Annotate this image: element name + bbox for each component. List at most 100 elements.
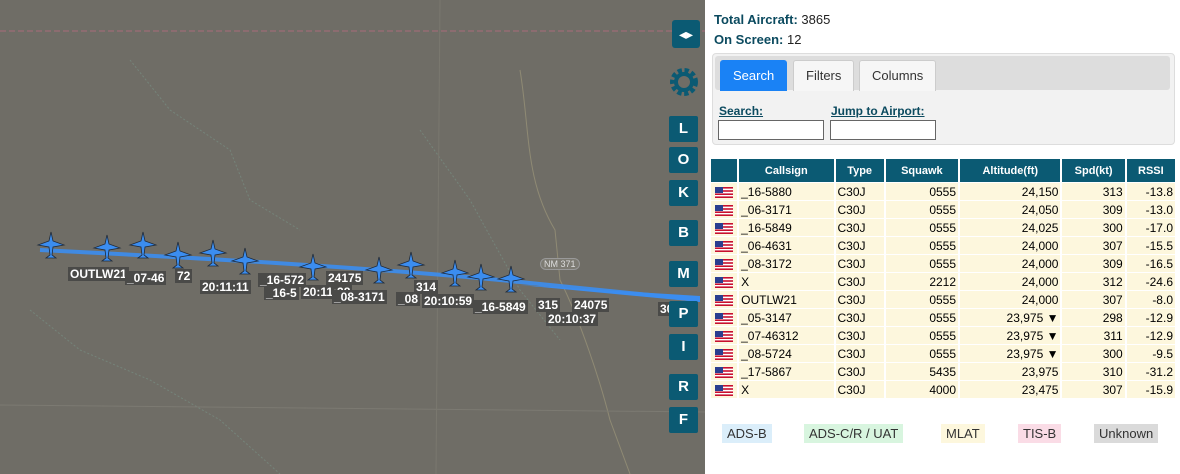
sidebar-toggle-button[interactable]: ◂▸: [672, 20, 700, 48]
speed-cell: 311: [1062, 327, 1125, 344]
type-cell: C30J: [835, 363, 884, 380]
airport-input[interactable]: [830, 120, 936, 140]
aircraft-icon[interactable]: [466, 262, 496, 292]
altitude-cell: 23,475: [960, 381, 1061, 398]
gear-icon[interactable]: [667, 65, 701, 99]
layer-button-p[interactable]: P: [669, 301, 698, 327]
callsign-cell: _16-5849: [739, 219, 834, 236]
table-row[interactable]: OUTLW21 C30J 0555 24,000 307 -8.0: [711, 291, 1175, 308]
aircraft-icon[interactable]: [364, 255, 394, 285]
rssi-cell: -15.5: [1126, 237, 1175, 254]
legend-ads-b: ADS-B: [722, 424, 772, 443]
column-header-altitude[interactable]: Altitude(ft): [960, 159, 1061, 182]
table-row[interactable]: X C30J 2212 24,000 312 -24.6: [711, 273, 1175, 290]
country-flag-icon: [711, 201, 738, 218]
aircraft-icon[interactable]: [198, 238, 228, 268]
altitude-cell: 24,000: [960, 255, 1061, 272]
table-row[interactable]: _16-5849 C30J 0555 24,025 300 -17.0: [711, 219, 1175, 236]
layer-button-l[interactable]: L: [669, 116, 698, 142]
legend-unknown: Unknown: [1094, 424, 1159, 443]
squawk-cell: 2212: [885, 273, 959, 290]
column-header-speed[interactable]: Spd(kt): [1062, 159, 1125, 182]
column-header-flag[interactable]: [711, 159, 738, 182]
altitude-cell: 24,000: [960, 237, 1061, 254]
tab-search[interactable]: Search: [720, 60, 788, 91]
aircraft-icon[interactable]: [36, 230, 66, 260]
aircraft-label[interactable]: _07-46: [125, 271, 167, 285]
column-header-callsign[interactable]: Callsign: [739, 159, 834, 182]
aircraft-label[interactable]: 314: [414, 280, 439, 294]
country-flag-icon: [711, 327, 738, 344]
tab-filters[interactable]: Filters: [793, 60, 855, 91]
table-row[interactable]: _08-3172 C30J 0555 24,000 309 -16.5: [711, 255, 1175, 272]
on-screen-count: On Screen: 12: [714, 32, 801, 47]
type-cell: C30J: [835, 309, 884, 326]
layer-button-r[interactable]: R: [669, 374, 698, 400]
total-aircraft-value: 3865: [801, 12, 831, 27]
type-cell: C30J: [835, 381, 884, 398]
aircraft-icon[interactable]: [163, 240, 193, 270]
country-flag-icon: [711, 237, 738, 254]
aircraft-label[interactable]: _16-5: [264, 286, 299, 300]
type-cell: C30J: [835, 327, 884, 344]
squawk-cell: 0555: [885, 237, 959, 254]
table-row[interactable]: _08-5724 C30J 0555 23,975 ▼ 300 -9.5: [711, 345, 1175, 362]
table-row[interactable]: _06-4631 C30J 0555 24,000 307 -15.5: [711, 237, 1175, 254]
speed-cell: 309: [1062, 255, 1125, 272]
layer-button-k[interactable]: K: [669, 180, 698, 206]
rssi-cell: -17.0: [1126, 219, 1175, 236]
table-row[interactable]: _07-46312 C30J 0555 23,975 ▼ 311 -12.9: [711, 327, 1175, 344]
aircraft-label[interactable]: 20:10:37: [546, 312, 599, 326]
layer-button-o[interactable]: O: [669, 147, 698, 173]
on-screen-value: 12: [786, 32, 802, 47]
aircraft-label[interactable]: 20:10:59: [422, 294, 475, 308]
aircraft-label[interactable]: _08: [396, 292, 421, 306]
tab-columns[interactable]: Columns: [859, 60, 937, 91]
squawk-cell: 0555: [885, 201, 959, 218]
road-sign: NM 371: [540, 258, 580, 270]
aircraft-label[interactable]: OUTLW21: [68, 267, 129, 281]
table-row[interactable]: _06-3171 C30J 0555 24,050 309 -13.0: [711, 201, 1175, 218]
aircraft-icon[interactable]: [128, 230, 158, 260]
callsign-cell: _17-5867: [739, 363, 834, 380]
aircraft-icon[interactable]: [230, 246, 260, 276]
aircraft-label[interactable]: 315: [536, 298, 561, 312]
callsign-cell: X: [739, 381, 834, 398]
speed-cell: 300: [1062, 345, 1125, 362]
legend-tis-b: TIS-B: [1018, 424, 1062, 443]
callsign-cell: _07-46312: [739, 327, 834, 344]
aircraft-label[interactable]: 72: [175, 269, 193, 283]
search-input[interactable]: [718, 120, 824, 140]
aircraft-table-body: _16-5880 C30J 0555 24,150 313 -13.8 _06-3171 C3…: [711, 183, 1175, 398]
aircraft-label[interactable]: _08-3171: [332, 290, 387, 304]
aircraft-label[interactable]: 24175: [326, 271, 364, 285]
map-view[interactable]: OUTLW21 _07-46 72 20:11:11 _16-572 _16-5…: [0, 0, 705, 474]
layer-button-b[interactable]: B: [669, 220, 698, 246]
aircraft-label[interactable]: 24075: [572, 298, 610, 312]
table-row[interactable]: _16-5880 C30J 0555 24,150 313 -13.8: [711, 183, 1175, 200]
table-row[interactable]: X C30J 4000 23,475 307 -15.9: [711, 381, 1175, 398]
table-row[interactable]: _17-5867 C30J 5435 23,975 310 -31.2: [711, 363, 1175, 380]
column-header-squawk[interactable]: Squawk: [885, 159, 959, 182]
on-screen-label: On Screen:: [714, 32, 784, 47]
layer-button-f[interactable]: F: [669, 407, 698, 433]
speed-cell: 312: [1062, 273, 1125, 290]
speed-cell: 300: [1062, 219, 1125, 236]
aircraft-label[interactable]: 20:11:11: [200, 280, 251, 294]
squawk-cell: 5435: [885, 363, 959, 380]
aircraft-icon[interactable]: [496, 264, 526, 294]
layer-button-i[interactable]: I: [669, 334, 698, 360]
country-flag-icon: [711, 255, 738, 272]
rssi-cell: -31.2: [1126, 363, 1175, 380]
speed-cell: 307: [1062, 381, 1125, 398]
squawk-cell: 0555: [885, 183, 959, 200]
column-header-rssi[interactable]: RSSI: [1126, 159, 1175, 182]
callsign-cell: OUTLW21: [739, 291, 834, 308]
table-row[interactable]: _05-3147 C30J 0555 23,975 ▼ 298 -12.9: [711, 309, 1175, 326]
aircraft-icon[interactable]: [396, 250, 426, 280]
layer-button-m[interactable]: M: [669, 261, 698, 287]
column-header-type[interactable]: Type: [835, 159, 884, 182]
aircraft-icon[interactable]: [92, 233, 122, 263]
aircraft-label[interactable]: _16-5849: [473, 300, 528, 314]
aircraft-label[interactable]: _16-572: [258, 273, 307, 287]
